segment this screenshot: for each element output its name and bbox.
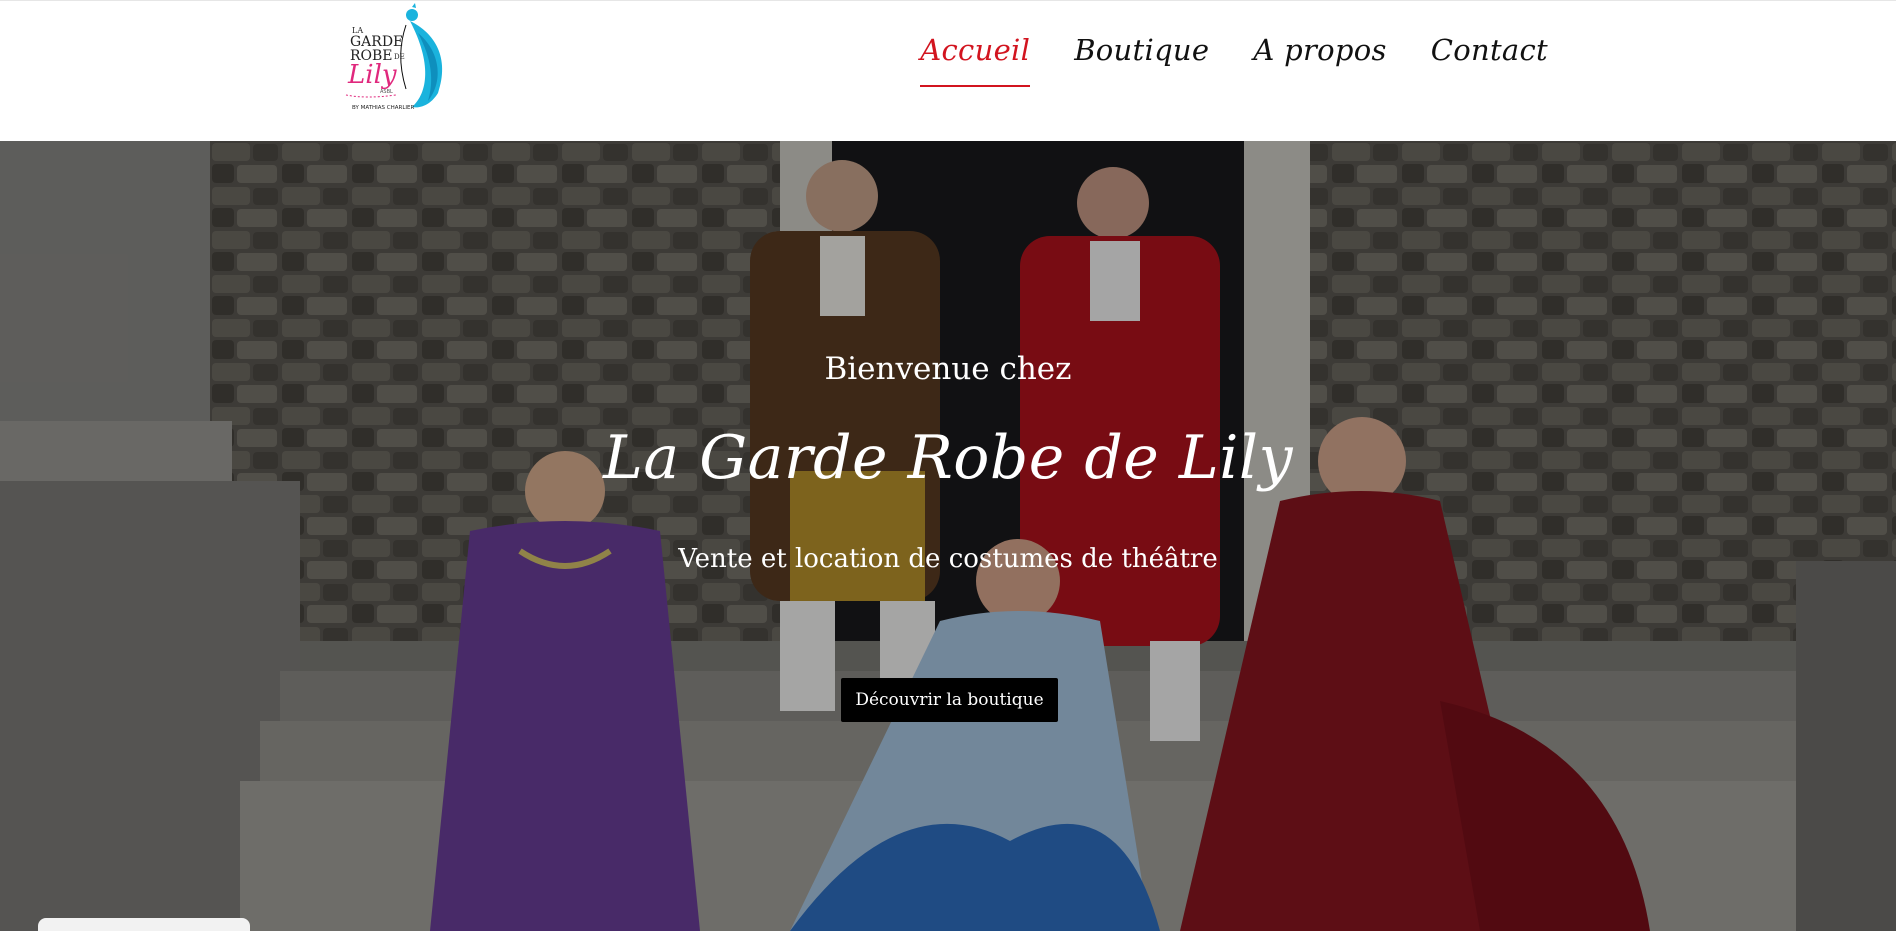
hero-subtitle: Vente et location de costumes de théâtre	[678, 544, 1218, 574]
hero-title: La Garde Robe de Lily	[603, 423, 1293, 493]
hero-section: Bienvenue chez La Garde Robe de Lily Ven…	[0, 141, 1896, 931]
site-logo[interactable]: LA GARDE ROBE DE Lily ASBL BY MATHIAS CH…	[340, 3, 460, 115]
logo-text-byline: BY MATHIAS CHARLIER	[352, 105, 415, 111]
nav-contact[interactable]: Contact	[1431, 33, 1548, 87]
discover-shop-button[interactable]: Découvrir la boutique	[841, 678, 1058, 722]
hero-content: Bienvenue chez La Garde Robe de Lily Ven…	[0, 141, 1896, 931]
nav-boutique[interactable]: Boutique	[1074, 33, 1209, 87]
hero-pretitle: Bienvenue chez	[824, 351, 1072, 387]
logo-graphic: LA GARDE ROBE DE Lily ASBL BY MATHIAS CH…	[345, 3, 443, 111]
site-header: LA GARDE ROBE DE Lily ASBL BY MATHIAS CH…	[0, 0, 1896, 140]
cookie-tab[interactable]	[38, 918, 250, 931]
nav-accueil[interactable]: Accueil	[920, 33, 1031, 87]
nav-a-propos[interactable]: A propos	[1253, 33, 1386, 87]
logo-text-asbl: ASBL	[380, 89, 393, 95]
logo-text-lily: Lily	[347, 60, 397, 90]
main-nav: Accueil Boutique A propos Contact	[920, 33, 1548, 87]
